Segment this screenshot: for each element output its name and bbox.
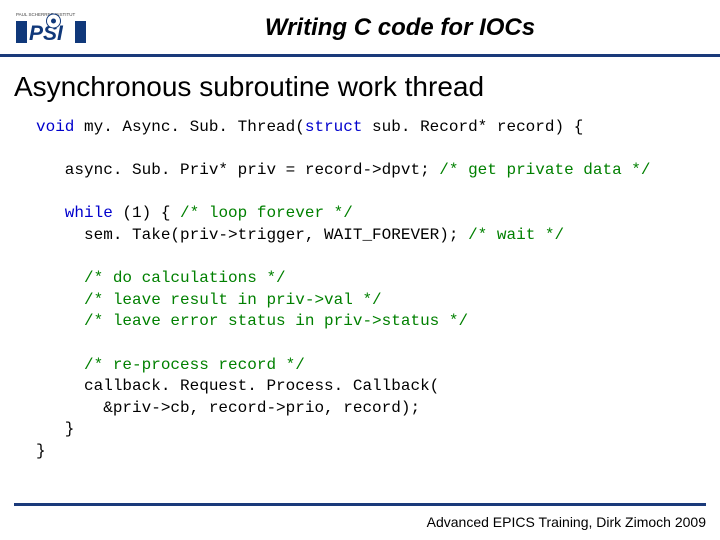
code-keyword: while [36,204,113,222]
code-text: } [36,420,74,438]
code-comment: /* re-process record */ [36,356,305,374]
code-text: my. Async. Sub. Thread( [74,118,304,136]
code-comment: /* get private data */ [439,161,650,179]
code-text: (1) { [113,204,180,222]
psi-logo: PAUL SCHERRER INSTITUT PSI [16,10,136,46]
footer-divider [14,503,706,506]
logo-subtitle: PAUL SCHERRER INSTITUT [16,12,76,17]
code-comment: /* leave result in priv->val */ [36,291,382,309]
code-text: } [36,442,46,460]
code-text: async. Sub. Priv* priv = record->dpvt; [36,161,439,179]
code-comment: /* wait */ [468,226,564,244]
code-text: callback. Request. Process. Callback( [36,377,439,395]
slide-title: Writing C code for IOCs [136,14,704,42]
code-comment: /* do calculations */ [36,269,286,287]
footer-text: Advanced EPICS Training, Dirk Zimoch 200… [427,514,706,530]
code-block: void my. Async. Sub. Thread(struct sub. … [14,117,706,463]
slide-header: PAUL SCHERRER INSTITUT PSI Writing C cod… [0,0,720,57]
code-comment: /* loop forever */ [180,204,353,222]
code-comment: /* leave error status in priv->status */ [36,312,468,330]
code-keyword: struct [305,118,363,136]
code-keyword: void [36,118,74,136]
slide-heading: Asynchronous subroutine work thread [14,71,706,103]
code-text: &priv->cb, record->prio, record); [36,399,420,417]
code-text: sem. Take(priv->trigger, WAIT_FOREVER); [36,226,468,244]
code-text: sub. Record* record) { [362,118,583,136]
slide-content: Asynchronous subroutine work thread void… [0,57,720,463]
